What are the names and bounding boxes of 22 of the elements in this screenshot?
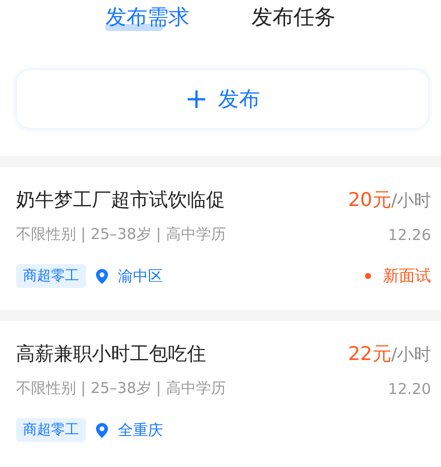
job-price: 20元 <box>348 189 392 211</box>
job-status: 新面试 <box>383 266 431 286</box>
category-tag: 商超零工 <box>16 264 86 288</box>
job-location: 渝中区 <box>118 266 163 286</box>
publish-button[interactable]: + 发布 <box>16 69 429 129</box>
job-requirements: 不限性别 | 25–38岁 | 高中学历 <box>16 379 226 398</box>
location-pin-icon <box>96 268 108 284</box>
job-location: 全重庆 <box>118 420 163 440</box>
job-title: 高薪兼职小时工包吃住 <box>16 342 206 367</box>
location-pin-icon <box>96 422 108 438</box>
price-unit: /小时 <box>391 345 431 365</box>
category-tag: 商超零工 <box>16 418 86 442</box>
price-unit: /小时 <box>391 191 431 211</box>
tab[interactable]: 发布需求 <box>106 3 190 31</box>
status-dot-icon <box>365 273 371 279</box>
tab[interactable]: 发布任务 <box>252 3 336 31</box>
job-title: 奶牛梦工厂超市试饮临促 <box>16 188 225 213</box>
job-requirements: 不限性别 | 25–38岁 | 高中学历 <box>16 225 226 244</box>
post-date: 12.20 <box>388 380 431 398</box>
plus-icon: + <box>184 85 208 113</box>
post-date: 12.26 <box>388 226 431 244</box>
job-price: 22元 <box>348 343 392 365</box>
